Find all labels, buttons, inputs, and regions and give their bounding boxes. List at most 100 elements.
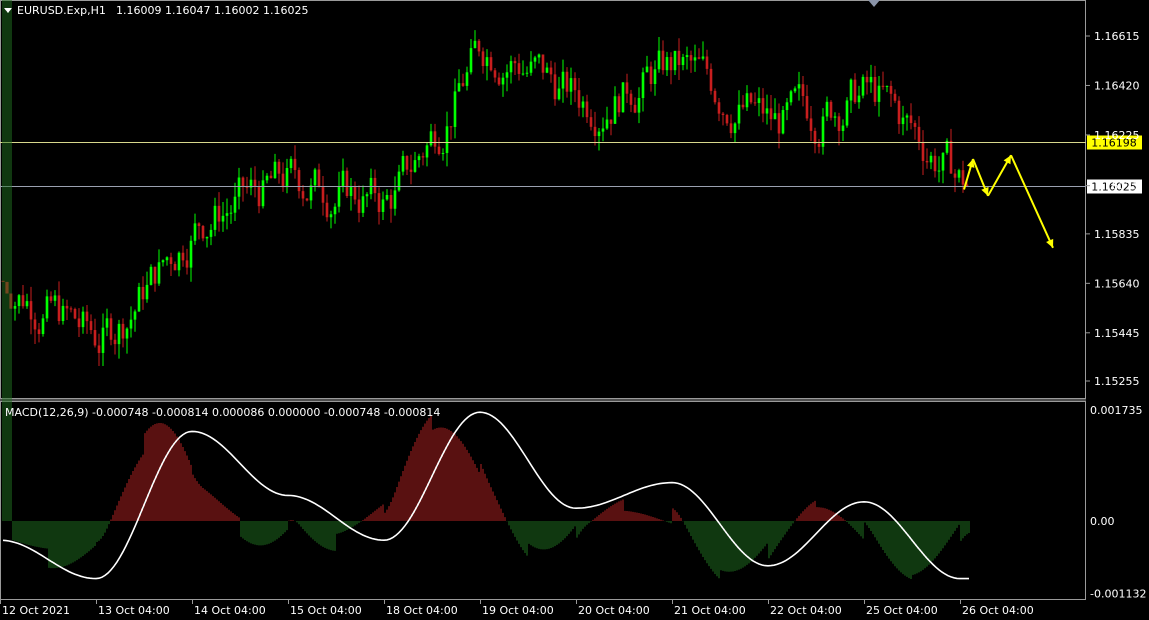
candle — [885, 85, 889, 93]
candle — [113, 333, 117, 355]
candle — [429, 123, 433, 147]
candle — [833, 112, 837, 127]
candle — [221, 202, 225, 232]
candle — [797, 71, 801, 101]
candle — [709, 63, 713, 95]
candle — [105, 308, 109, 337]
candle — [717, 98, 721, 122]
candle — [53, 290, 57, 307]
candle — [613, 86, 617, 124]
candle — [829, 100, 833, 121]
candle — [61, 298, 65, 325]
chart-canvas[interactable]: 1.161981.16025 1.166151.164201.162251.16… — [0, 0, 1149, 620]
ohlc-values: 1.16009 1.16047 1.16002 1.16025 — [116, 4, 308, 17]
candle — [373, 169, 377, 202]
candle — [765, 94, 769, 125]
candle — [761, 88, 765, 123]
candle — [581, 96, 585, 118]
candle — [301, 185, 305, 207]
candle — [389, 189, 393, 223]
candle — [665, 51, 669, 77]
candle — [297, 167, 301, 199]
candle — [925, 148, 929, 169]
candle — [941, 152, 945, 184]
candle — [933, 148, 937, 178]
candle — [817, 139, 821, 154]
candle — [745, 85, 749, 112]
candle — [589, 109, 593, 131]
candle — [813, 127, 817, 154]
candle — [585, 94, 589, 123]
candle — [93, 318, 97, 348]
forecast-arrow[interactable] — [963, 158, 975, 190]
candle — [409, 154, 413, 185]
candle — [137, 282, 141, 312]
candle — [121, 318, 125, 348]
candle — [201, 224, 205, 242]
candle — [321, 175, 325, 216]
candle — [505, 64, 509, 92]
candle — [369, 168, 373, 200]
candle — [545, 62, 549, 74]
forecast-arrows[interactable] — [963, 154, 1054, 249]
candle — [757, 87, 761, 117]
candle — [145, 271, 149, 303]
candle — [593, 111, 597, 146]
candle — [433, 123, 437, 154]
candle — [849, 78, 853, 114]
candle — [953, 169, 957, 193]
candle — [905, 113, 909, 131]
candle — [57, 281, 61, 325]
candle — [597, 127, 601, 151]
time-axis-label: 15 Oct 04:00 — [290, 604, 362, 617]
candle — [49, 291, 53, 304]
candle — [677, 38, 681, 80]
candle — [897, 96, 901, 134]
candle — [309, 178, 313, 209]
candle — [869, 64, 873, 93]
candle — [637, 87, 641, 124]
axis-labels: 1.16615 1.16420 1.16225 1.16025 1.15835 1.156… — [0, 30, 1146, 617]
candle — [125, 327, 129, 354]
macd-axis-label: -0.001132 — [1090, 587, 1146, 600]
candle — [265, 173, 269, 184]
candle — [45, 289, 49, 322]
candle — [541, 54, 545, 80]
candle — [509, 55, 513, 84]
candle — [165, 256, 169, 266]
candle — [437, 137, 441, 156]
candle — [421, 152, 425, 166]
candle — [901, 105, 905, 136]
candle — [857, 85, 861, 109]
candle — [749, 92, 753, 105]
candle — [685, 46, 689, 70]
candle — [785, 98, 789, 121]
candle — [285, 158, 289, 194]
candle — [101, 313, 105, 367]
price-axis-label: 1.16225 — [1094, 129, 1140, 142]
candle — [453, 78, 457, 139]
candle — [257, 180, 261, 214]
macd-lines — [3, 412, 969, 580]
chart-shift-marker[interactable] — [868, 0, 880, 7]
candle — [417, 153, 421, 168]
forecast-arrow[interactable] — [1010, 154, 1054, 249]
forecast-arrow[interactable] — [972, 158, 989, 197]
candle — [477, 38, 481, 57]
trading-chart-window[interactable]: 1.16198 1.16025 1.16615 1.16420 1.16225 1.16… — [0, 0, 1149, 620]
candle — [573, 72, 577, 103]
time-axis-label: 13 Oct 04:00 — [98, 604, 170, 617]
candle — [241, 176, 245, 202]
candle — [117, 319, 121, 359]
candle — [853, 73, 857, 104]
forecast-arrow[interactable] — [987, 154, 1012, 197]
candle — [13, 301, 17, 321]
candle — [253, 166, 257, 198]
candle — [325, 194, 329, 222]
candle — [669, 52, 673, 85]
candle — [341, 158, 345, 193]
candle — [97, 333, 101, 367]
candle — [493, 68, 497, 83]
candle — [557, 76, 561, 101]
time-axis-label: 22 Oct 04:00 — [770, 604, 842, 617]
